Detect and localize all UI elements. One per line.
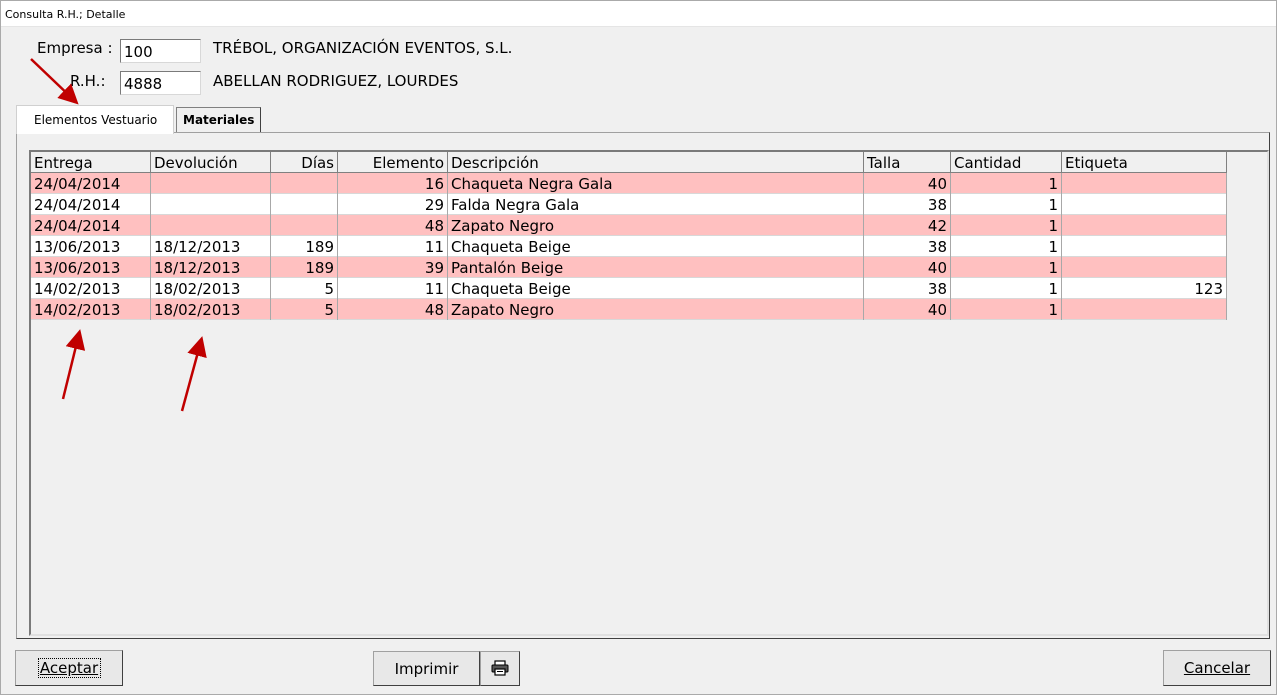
dialog-window: Consulta R.H.; Detalle Empresa : 100 TRÉ… <box>0 0 1277 695</box>
annotation-arrow-entrega <box>61 329 86 400</box>
annotation-arrows <box>30 58 207 412</box>
annotation-arrow-devolucion <box>180 336 207 412</box>
annotation-arrow-tab <box>30 58 79 105</box>
